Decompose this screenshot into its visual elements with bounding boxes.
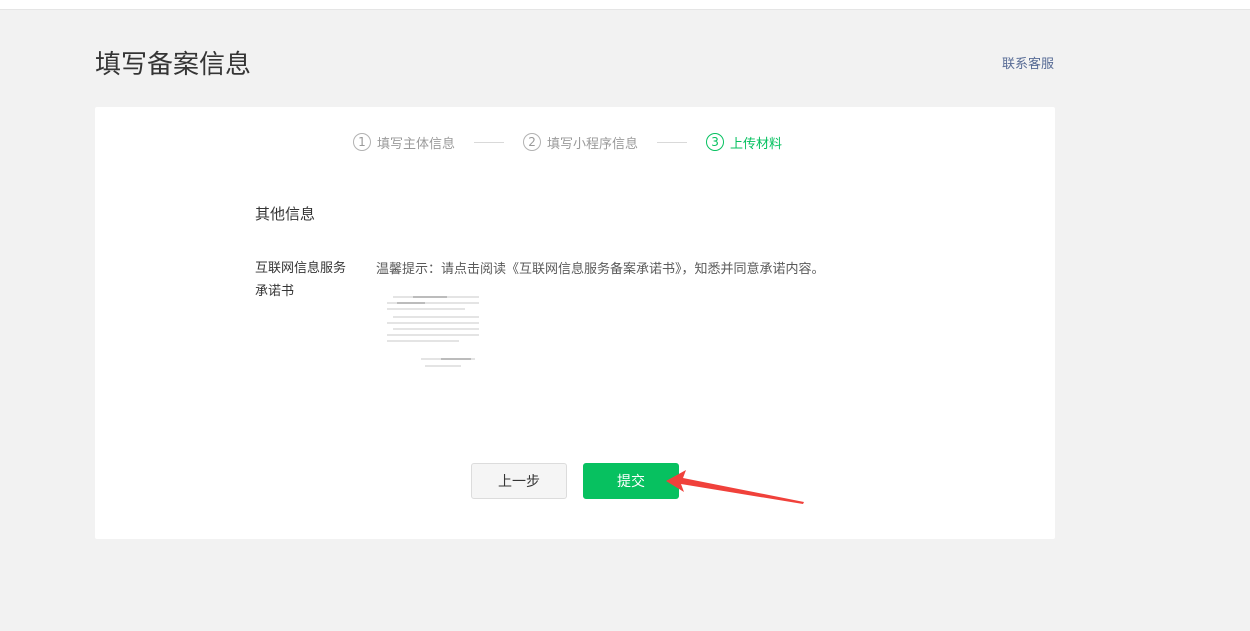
commitment-document-thumbnail[interactable] (385, 293, 481, 371)
section-title: 其他信息 (255, 205, 316, 223)
step-2-label: 填写小程序信息 (547, 136, 639, 152)
step-divider (657, 141, 688, 143)
step-3-label: 上传材料 (730, 136, 783, 152)
field-label-line2: 承诺书 (255, 284, 295, 299)
contact-support-link[interactable]: 联系客服 (1002, 53, 1054, 72)
step-2: 2 填写小程序信息 (523, 133, 638, 152)
top-bar (0, 0, 1250, 10)
step-1-label: 填写主体信息 (377, 136, 456, 152)
step-3: 3 上传材料 (706, 133, 782, 152)
reading-tip: 温馨提示：请点击阅读《互联网信息服务备案承诺书》，知悉并同意承诺内容。 (376, 262, 825, 277)
step-divider (474, 141, 505, 143)
commitment-field-label: 互联网信息服务 承诺书 (255, 257, 360, 303)
step-1-number: 1 (353, 133, 371, 151)
page-title: 填写备案信息 (95, 50, 252, 80)
previous-step-button[interactable]: 上一步 (471, 463, 567, 499)
annotation-arrow-icon (666, 470, 804, 504)
step-2-number: 2 (523, 133, 542, 151)
step-indicator: 1 填写主体信息 2 填写小程序信息 3 上传材料 (353, 131, 782, 153)
field-label-line1: 互联网信息服务 (255, 261, 347, 276)
step-1: 1 填写主体信息 (353, 133, 455, 152)
step-3-number: 3 (706, 133, 725, 151)
main-card: 1 填写主体信息 2 填写小程序信息 3 上传材料 其他信息 互联网信息服务 承… (95, 107, 1055, 539)
